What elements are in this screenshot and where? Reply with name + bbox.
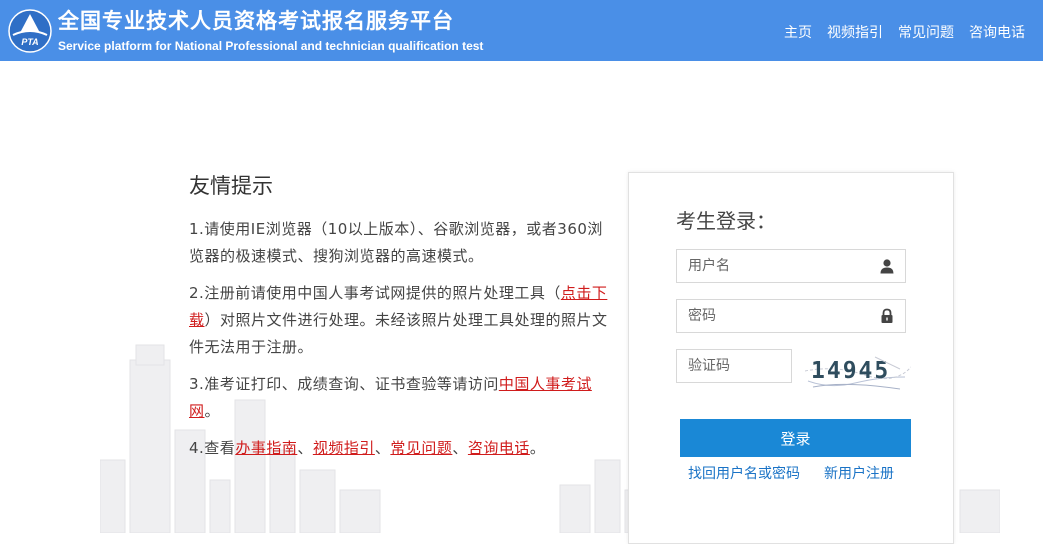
site-title: 全国专业技术人员资格考试报名服务平台 bbox=[58, 9, 454, 33]
tip-exam-site: 3.准考证打印、成绩查询、证书查验等请访问中国人事考试网。 bbox=[189, 371, 609, 425]
tip-text: 4.查看 bbox=[189, 439, 236, 457]
nav-home[interactable]: 主页 bbox=[784, 22, 812, 42]
pta-logo: PTA bbox=[8, 9, 52, 53]
top-nav: 主页 视频指引 常见问题 咨询电话 bbox=[784, 22, 1025, 42]
faq-link[interactable]: 常见问题 bbox=[390, 439, 452, 457]
separator: 、 bbox=[452, 439, 468, 457]
lock-icon bbox=[881, 308, 893, 323]
password-input[interactable] bbox=[688, 300, 868, 332]
header-bar: PTA 全国专业技术人员资格考试报名服务平台 Service platform … bbox=[0, 0, 1043, 61]
captcha-field bbox=[676, 349, 792, 383]
tip-browser: 1.请使用IE浏览器（10以上版本）、谷歌浏览器，或者360浏览器的极速模式、搜… bbox=[189, 220, 603, 265]
register-link[interactable]: 新用户注册 bbox=[824, 463, 894, 483]
video-guide-link[interactable]: 视频指引 bbox=[313, 439, 375, 457]
password-field bbox=[676, 299, 906, 333]
nav-video-guide[interactable]: 视频指引 bbox=[827, 22, 883, 42]
login-button[interactable]: 登录 bbox=[680, 419, 911, 457]
tip-text: 2.注册前请使用中国人事考试网提供的照片处理工具（ bbox=[189, 284, 561, 302]
separator: 、 bbox=[297, 439, 313, 457]
tip-text: 。 bbox=[529, 439, 546, 457]
username-field bbox=[676, 249, 906, 283]
site-subtitle: Service platform for National Profession… bbox=[58, 39, 484, 53]
captcha-input[interactable] bbox=[688, 350, 783, 382]
guide-link[interactable]: 办事指南 bbox=[235, 439, 297, 457]
svg-text:PTA: PTA bbox=[21, 37, 38, 47]
svg-text:14945: 14945 bbox=[811, 358, 890, 384]
tip-help-links: 4.查看办事指南、视频指引、常见问题、咨询电话。 bbox=[189, 435, 609, 462]
tip-text: 。 bbox=[204, 402, 221, 420]
captcha-image[interactable]: 14945 bbox=[805, 349, 911, 393]
user-icon bbox=[880, 259, 894, 274]
hotline-link[interactable]: 咨询电话 bbox=[468, 439, 530, 457]
tip-photo-tool: 2.注册前请使用中国人事考试网提供的照片处理工具（点击下载）对照片文件进行处理。… bbox=[189, 280, 609, 361]
separator: 、 bbox=[374, 439, 391, 457]
username-input[interactable] bbox=[688, 250, 868, 282]
nav-faq[interactable]: 常见问题 bbox=[898, 22, 954, 42]
tip-text: 3.准考证打印、成绩查询、证书查验等请访问 bbox=[189, 375, 499, 393]
tip-text: ）对照片文件进行处理。未经该照片处理工具处理的照片文件无法用于注册。 bbox=[189, 311, 608, 356]
login-title: 考生登录： bbox=[676, 209, 776, 233]
tips-title: 友情提示 bbox=[189, 174, 273, 198]
tips-panel: 友情提示 1.请使用IE浏览器（10以上版本）、谷歌浏览器，或者360浏览器的极… bbox=[189, 170, 609, 472]
forgot-credentials-link[interactable]: 找回用户名或密码 bbox=[688, 463, 800, 483]
nav-hotline[interactable]: 咨询电话 bbox=[969, 22, 1025, 42]
login-card: 考生登录： 14945 登录 找回用户名或密码 新用户注册 bbox=[628, 172, 954, 544]
